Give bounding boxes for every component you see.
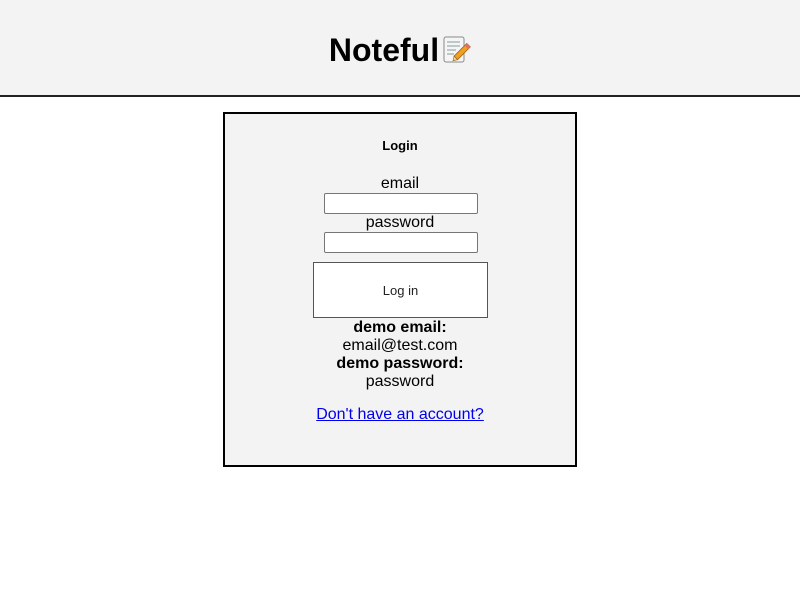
login-card: Login email password Log in demo email: … <box>223 112 577 467</box>
demo-email-value: email@test.com <box>342 337 458 354</box>
signup-link-wrapper: Don't have an account? <box>225 406 575 424</box>
demo-password-value: password <box>365 373 435 390</box>
signup-link[interactable]: Don't have an account? <box>316 406 484 423</box>
app-title: Noteful <box>329 34 471 66</box>
password-field[interactable] <box>324 232 478 253</box>
email-field[interactable] <box>324 193 478 214</box>
demo-password-label: demo password: <box>336 355 464 372</box>
app-title-text: Noteful <box>328 31 440 68</box>
login-button[interactable]: Log in <box>313 262 488 318</box>
memo-pencil-icon <box>441 35 471 65</box>
app-header: Noteful <box>0 0 800 97</box>
demo-email-label: demo email: <box>353 319 447 336</box>
login-heading: Login <box>382 138 418 153</box>
email-label: email <box>380 175 420 192</box>
password-label: password <box>365 214 435 231</box>
